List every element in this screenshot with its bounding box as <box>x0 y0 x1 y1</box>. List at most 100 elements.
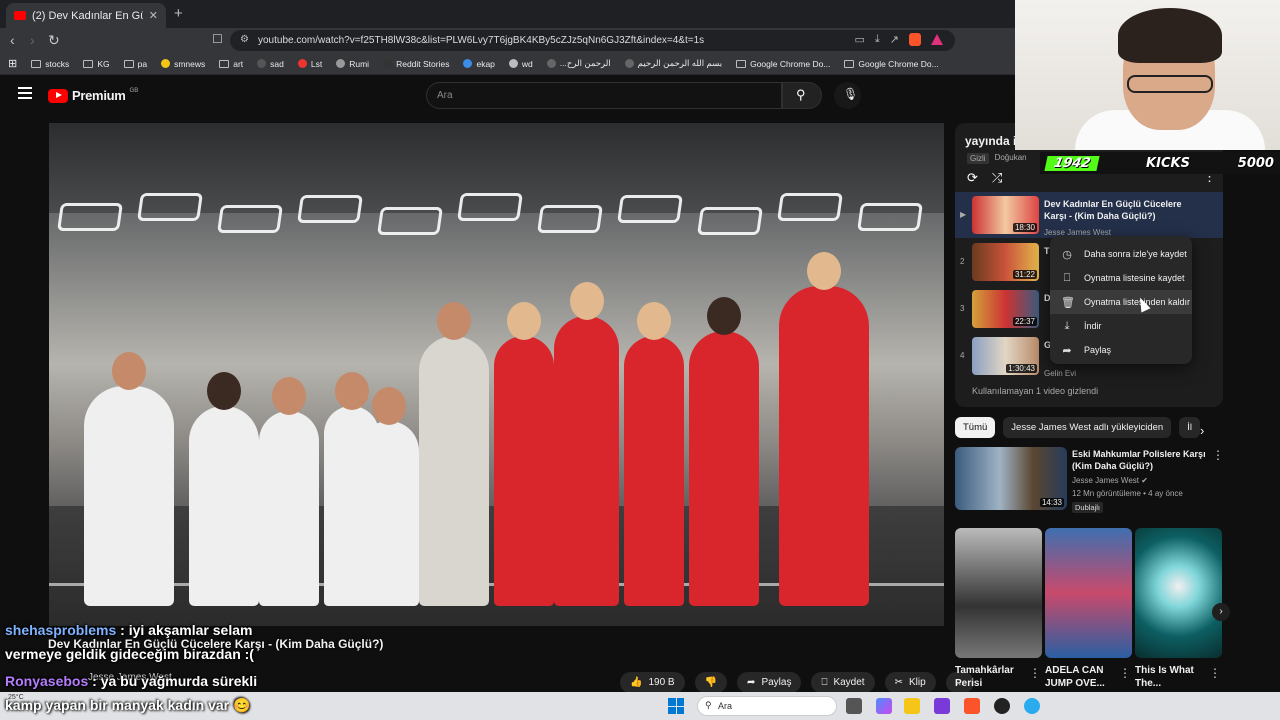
telegram-icon[interactable] <box>1024 698 1040 714</box>
bookmark-item[interactable]: Google Chrome Do... <box>844 59 939 69</box>
menu-download[interactable]: ⤓ İndir <box>1050 314 1192 338</box>
playlist-title[interactable]: yayında i <box>965 134 1016 148</box>
forward-icon[interactable]: › <box>30 32 35 48</box>
playlist-owner[interactable]: Doğukan <box>995 153 1027 164</box>
bookmark-item[interactable]: Google Chrome Do... <box>736 59 830 69</box>
taskbar-search[interactable]: ⚲ Ara <box>697 696 837 716</box>
kick-goal-bar: 1942 KICKS 5000 <box>1040 152 1280 174</box>
playlist-item[interactable]: ▶ 18:30 Dev Kadınlar En Güçlü Cücelere K… <box>955 192 1223 238</box>
voice-search-button[interactable]: 🎙 <box>834 82 861 109</box>
copilot-icon[interactable] <box>876 698 892 714</box>
share-icon[interactable]: ↗ <box>890 33 899 46</box>
back-icon[interactable]: ‹ <box>10 32 15 48</box>
loop-icon[interactable]: ⟳ <box>967 170 978 186</box>
new-tab-button[interactable]: + <box>174 5 183 22</box>
file-explorer-icon[interactable] <box>904 698 920 714</box>
search-input[interactable]: Ara <box>426 82 782 109</box>
app-icon[interactable] <box>934 698 950 714</box>
recommended-channel: Jesse James West ✔ <box>1072 476 1148 485</box>
reload-icon[interactable]: ↻ <box>48 32 60 49</box>
recommended-video[interactable]: 14:33 Eski Mahkumlar Polislere Karşı (Ki… <box>955 447 1224 513</box>
cast-icon[interactable]: ▭ <box>855 33 865 46</box>
bookmark-item[interactable]: بسم الله الرحمن الرحيم <box>624 58 722 69</box>
kick-label: KICKS <box>1146 155 1190 171</box>
more-options-icon[interactable]: ⋮ <box>1212 448 1224 462</box>
thumbs-down-icon: 👎 <box>704 677 718 688</box>
bookmark-item[interactable]: pa <box>123 59 147 69</box>
menu-watch-later[interactable]: ◷ Daha sonra izle'ye kaydet <box>1050 242 1192 266</box>
share-button[interactable]: ➦ Paylaş <box>737 672 802 693</box>
task-view-icon[interactable] <box>846 698 862 714</box>
bookmark-item[interactable]: Rumi <box>336 59 369 69</box>
chip-all[interactable]: Tümü <box>955 417 996 438</box>
recommended-thumbnail: 14:33 <box>955 447 1067 510</box>
kick-count: 1942 <box>1044 155 1100 171</box>
chip-related[interactable]: İl <box>1179 417 1200 438</box>
chip-uploader[interactable]: Jesse James West adlı yükleyiciden <box>1003 417 1172 438</box>
menu-save-to-playlist[interactable]: ⎕ Oynatma listesine kaydet <box>1050 266 1192 290</box>
chevron-right-icon[interactable]: › <box>1200 423 1204 438</box>
apps-grid-icon[interactable]: ⊞ <box>8 57 17 70</box>
bookmark-item[interactable]: smnews <box>161 59 205 69</box>
more-options-icon[interactable]: ⋮ <box>1209 666 1221 680</box>
menu-remove-from-playlist[interactable]: 🗑 Oynatma listesinden kaldır <box>1050 290 1192 314</box>
address-bar[interactable]: ⚙ youtube.com/watch?v=f25TH8lW38c&list=P… <box>230 30 955 51</box>
more-options-icon[interactable]: ⋮ <box>1029 666 1041 680</box>
bookmark-item[interactable]: KG <box>83 59 110 69</box>
chat-message: shehasproblems : iyi akşamlar selam <box>5 622 253 638</box>
save-icon: ⎕ <box>821 677 828 688</box>
youtube-logo[interactable]: Premium GB <box>48 88 138 103</box>
chat-message: kamp yapan bir manyak kadın var 😊 <box>5 697 251 713</box>
bookmark-item[interactable]: sad <box>257 59 284 69</box>
clock-icon: ◷ <box>1062 248 1072 261</box>
clip-button[interactable]: ✂ Klip <box>884 672 936 693</box>
like-button[interactable]: 👍 190 B <box>620 672 685 693</box>
save-button[interactable]: ⎕ Kaydet <box>811 672 875 693</box>
dubbed-badge: Dublajlı <box>1072 502 1104 513</box>
bookmark-item[interactable]: Lst <box>297 59 322 69</box>
search-icon: ⚲ <box>796 87 806 102</box>
filter-chips: Tümü Jesse James West adlı yükleyiciden … <box>955 417 1200 438</box>
shuffle-icon[interactable]: ⤮ <box>992 170 1002 186</box>
download-icon[interactable]: ⤓ <box>875 33 880 46</box>
playlist-thumbnail: 22:37 <box>972 290 1039 328</box>
short-title: ADELA CAN JUMP OVE... <box>1045 665 1105 689</box>
short-card[interactable] <box>1045 528 1132 658</box>
browser-tab[interactable]: (2) Dev Kadınlar En Güçlü Cüc ✕ <box>6 3 166 28</box>
search-button[interactable]: ⚲ <box>782 82 822 109</box>
menu-icon[interactable] <box>18 87 32 102</box>
short-card[interactable] <box>1135 528 1222 658</box>
close-tab-icon[interactable]: ✕ <box>149 9 158 22</box>
recommended-meta: 12 Mn görüntüleme • 4 ay önce <box>1072 489 1183 498</box>
site-info-icon[interactable]: ⚙ <box>240 34 249 45</box>
start-icon[interactable] <box>668 698 684 714</box>
video-actions: 👍 190 B 👎 ➦ Paylaş ⎕ Kaydet ✂ Klip ... <box>620 672 975 693</box>
share-icon: ➦ <box>1062 344 1072 357</box>
brave-browser-icon[interactable] <box>964 698 980 714</box>
playlist-meta: Gizli Doğukan <box>967 153 1027 164</box>
playlist-item-channel: Gelin Evi <box>1044 369 1077 378</box>
short-card[interactable] <box>955 528 1042 658</box>
menu-share[interactable]: ➦ Paylaş <box>1050 338 1192 362</box>
bookmark-item[interactable]: ...الرحمن الرح <box>546 58 611 69</box>
short-title: Tamahkârlar Perisi <box>955 665 1014 689</box>
shorts-next-icon[interactable]: › <box>1212 603 1230 621</box>
bookmark-item[interactable]: Reddit Stories <box>383 59 449 69</box>
bookmark-item[interactable]: ekap <box>463 59 495 69</box>
brave-shield-icon[interactable] <box>909 33 921 46</box>
video-player[interactable] <box>49 123 944 626</box>
bookmark-item[interactable]: wd <box>508 59 533 69</box>
bookmarks-bar: ⊞ stocks KG pa smnews art sad Lst Rumi R… <box>0 53 1015 75</box>
rewards-icon[interactable] <box>931 34 943 45</box>
bookmark-star-icon[interactable]: ☐ <box>212 32 223 46</box>
playlist-item-title: Dev Kadınlar En Güçlü Cücelere Karşı - (… <box>1044 199 1182 221</box>
kick-goal: 5000 <box>1237 155 1274 171</box>
more-options-icon[interactable]: ⋮ <box>1119 666 1131 680</box>
recommended-title: Eski Mahkumlar Polislere Karşı (Kim Daha… <box>1072 449 1206 471</box>
obs-icon[interactable] <box>994 698 1010 714</box>
dislike-button[interactable]: 👎 <box>694 672 728 693</box>
bookmark-item[interactable]: art <box>219 59 243 69</box>
bookmark-item[interactable]: stocks <box>31 59 69 69</box>
playlist-item-context-menu: ◷ Daha sonra izle'ye kaydet ⎕ Oynatma list… <box>1050 236 1192 364</box>
trash-icon: 🗑 <box>1061 296 1075 309</box>
